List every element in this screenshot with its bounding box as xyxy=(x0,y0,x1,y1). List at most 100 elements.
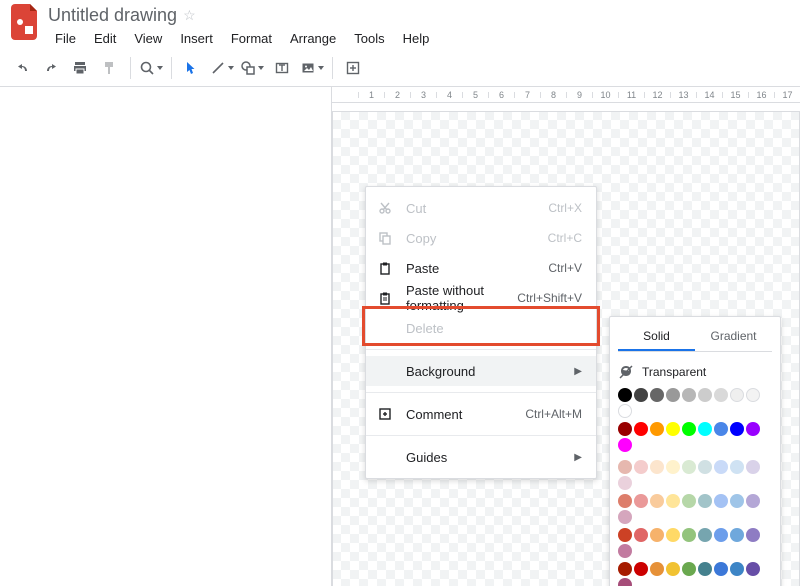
color-swatch[interactable] xyxy=(618,562,632,576)
menu-view[interactable]: View xyxy=(127,28,169,49)
color-swatch[interactable] xyxy=(650,562,664,576)
drawings-logo-icon xyxy=(11,4,41,40)
tab-solid[interactable]: Solid xyxy=(618,323,695,351)
redo-button[interactable] xyxy=(36,54,64,82)
context-comment[interactable]: CommentCtrl+Alt+M xyxy=(366,399,596,429)
color-swatch[interactable] xyxy=(746,460,760,474)
color-swatch[interactable] xyxy=(618,460,632,474)
tab-gradient[interactable]: Gradient xyxy=(695,323,772,351)
color-swatch[interactable] xyxy=(634,460,648,474)
color-swatch[interactable] xyxy=(698,528,712,542)
color-swatch[interactable] xyxy=(634,494,648,508)
paint-format-button[interactable] xyxy=(96,54,124,82)
color-swatch[interactable] xyxy=(634,528,648,542)
color-picker: Solid Gradient Transparent CUSTOM ⊕ xyxy=(609,316,781,586)
app-header: Untitled drawing ☆ File Edit View Insert… xyxy=(0,0,800,49)
insert-comment-button[interactable] xyxy=(339,54,367,82)
color-swatch[interactable] xyxy=(730,388,744,402)
color-swatch[interactable] xyxy=(698,460,712,474)
color-swatch[interactable] xyxy=(666,562,680,576)
undo-button[interactable] xyxy=(6,54,34,82)
color-swatch[interactable] xyxy=(650,460,664,474)
color-swatch[interactable] xyxy=(650,388,664,402)
color-swatch[interactable] xyxy=(634,562,648,576)
shape-tool[interactable] xyxy=(238,54,266,82)
context-paste-without-formatting[interactable]: Paste without formattingCtrl+Shift+V xyxy=(366,283,596,313)
color-swatch[interactable] xyxy=(666,422,680,436)
star-icon[interactable]: ☆ xyxy=(183,7,196,24)
color-swatch[interactable] xyxy=(714,494,728,508)
color-swatch[interactable] xyxy=(730,460,744,474)
color-swatch[interactable] xyxy=(746,422,760,436)
select-tool[interactable] xyxy=(178,54,206,82)
context-item-label: Delete xyxy=(406,321,582,336)
color-swatch[interactable] xyxy=(666,460,680,474)
menu-edit[interactable]: Edit xyxy=(87,28,123,49)
color-swatch[interactable] xyxy=(730,422,744,436)
side-panel xyxy=(8,87,332,586)
context-item-shortcut: Ctrl+X xyxy=(548,201,582,215)
color-swatch[interactable] xyxy=(618,476,632,490)
color-swatch[interactable] xyxy=(650,422,664,436)
color-swatch[interactable] xyxy=(634,388,648,402)
image-tool[interactable] xyxy=(298,54,326,82)
line-tool[interactable] xyxy=(208,54,236,82)
color-swatch[interactable] xyxy=(682,562,696,576)
color-swatch[interactable] xyxy=(730,562,744,576)
color-swatch[interactable] xyxy=(618,510,632,524)
menu-arrange[interactable]: Arrange xyxy=(283,28,343,49)
color-swatch[interactable] xyxy=(714,422,728,436)
color-swatch[interactable] xyxy=(618,528,632,542)
context-item-label: Copy xyxy=(406,231,548,246)
color-swatch[interactable] xyxy=(698,422,712,436)
print-button[interactable] xyxy=(66,54,94,82)
menu-insert[interactable]: Insert xyxy=(173,28,220,49)
color-swatch[interactable] xyxy=(618,422,632,436)
zoom-button[interactable] xyxy=(137,54,165,82)
color-swatch[interactable] xyxy=(714,460,728,474)
color-swatch[interactable] xyxy=(746,528,760,542)
color-swatch[interactable] xyxy=(666,494,680,508)
color-swatch[interactable] xyxy=(650,528,664,542)
transparent-option[interactable]: Transparent xyxy=(618,360,772,388)
color-swatch[interactable] xyxy=(682,388,696,402)
color-swatch[interactable] xyxy=(714,562,728,576)
textbox-tool[interactable] xyxy=(268,54,296,82)
menu-tools[interactable]: Tools xyxy=(347,28,391,49)
color-swatch[interactable] xyxy=(682,422,696,436)
color-swatch[interactable] xyxy=(698,494,712,508)
color-swatch[interactable] xyxy=(666,528,680,542)
menu-help[interactable]: Help xyxy=(396,28,437,49)
menu-format[interactable]: Format xyxy=(224,28,279,49)
color-swatch[interactable] xyxy=(730,494,744,508)
context-item-label: Background xyxy=(406,364,566,379)
color-swatch[interactable] xyxy=(682,528,696,542)
color-swatch[interactable] xyxy=(746,388,760,402)
color-swatch[interactable] xyxy=(746,562,760,576)
doc-title[interactable]: Untitled drawing xyxy=(48,5,177,26)
color-swatch[interactable] xyxy=(730,528,744,542)
color-swatch[interactable] xyxy=(618,578,632,586)
menu-file[interactable]: File xyxy=(48,28,83,49)
color-swatch[interactable] xyxy=(698,562,712,576)
color-swatch[interactable] xyxy=(618,388,632,402)
context-background[interactable]: Background ▶ xyxy=(366,356,596,386)
color-swatch[interactable] xyxy=(714,528,728,542)
color-swatch[interactable] xyxy=(618,544,632,558)
context-item-shortcut: Ctrl+Alt+M xyxy=(525,407,582,421)
context-paste[interactable]: PasteCtrl+V xyxy=(366,253,596,283)
color-swatch[interactable] xyxy=(666,388,680,402)
color-swatch[interactable] xyxy=(618,404,632,418)
context-item-shortcut: Ctrl+V xyxy=(548,261,582,275)
color-swatch[interactable] xyxy=(714,388,728,402)
color-swatch[interactable] xyxy=(682,460,696,474)
color-swatch[interactable] xyxy=(618,494,632,508)
color-swatch[interactable] xyxy=(746,494,760,508)
color-swatch[interactable] xyxy=(618,438,632,452)
color-swatch[interactable] xyxy=(634,422,648,436)
color-swatch[interactable] xyxy=(650,494,664,508)
context-guides[interactable]: Guides▶ xyxy=(366,442,596,472)
color-swatch[interactable] xyxy=(698,388,712,402)
color-swatch[interactable] xyxy=(682,494,696,508)
submenu-arrow-icon: ▶ xyxy=(574,366,582,377)
